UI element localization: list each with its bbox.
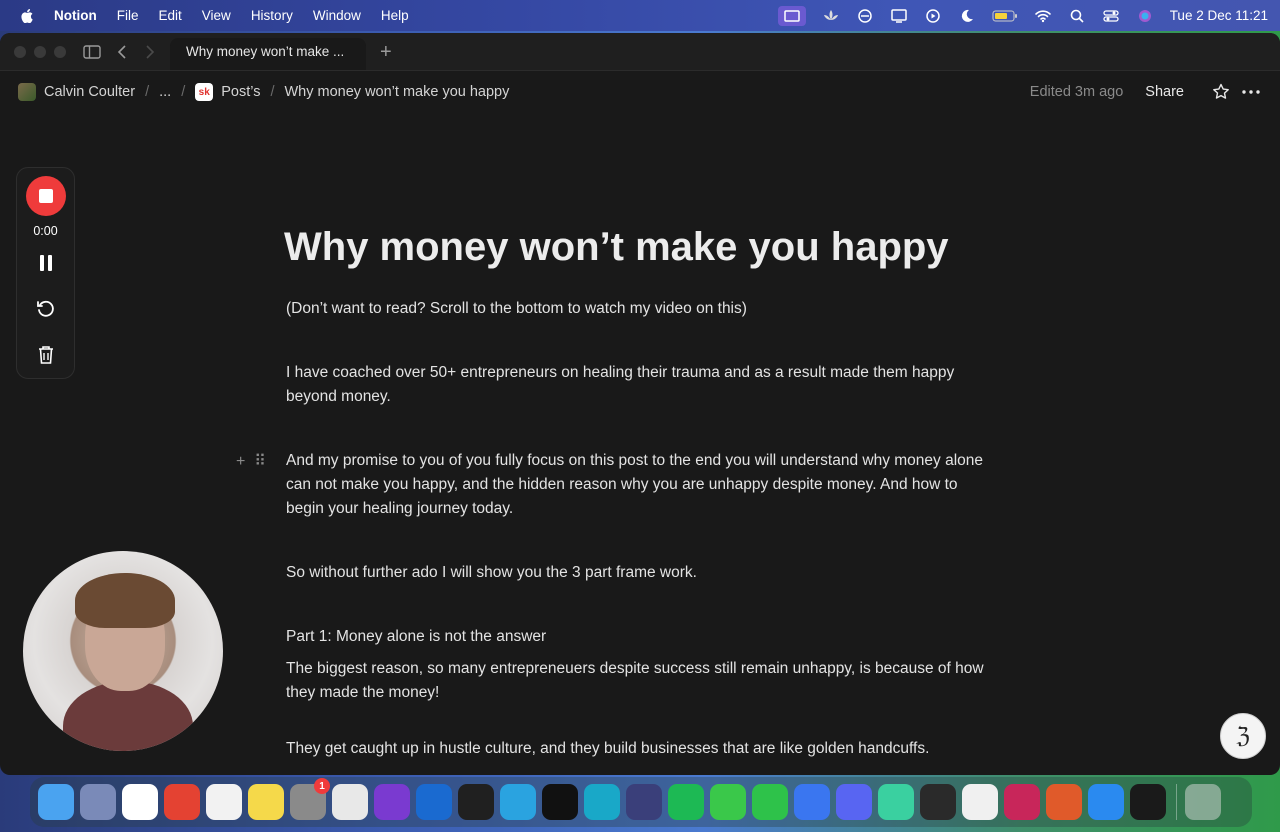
menu-help[interactable]: Help — [381, 8, 409, 23]
moon-icon[interactable] — [958, 9, 976, 23]
trash-icon[interactable] — [35, 344, 57, 366]
dock-setapp-icon[interactable] — [416, 784, 452, 820]
page-block[interactable]: They get caught up in hustle culture, an… — [286, 737, 996, 761]
breadcrumb-current[interactable]: Why money won’t make you happy — [285, 84, 510, 100]
notification-badge: 1 — [314, 778, 330, 794]
topbar-actions: Edited 3m ago Share — [1030, 75, 1262, 109]
dock-todoist-icon[interactable] — [164, 784, 200, 820]
dock-discord-icon[interactable] — [836, 784, 872, 820]
dock-chrome-icon[interactable] — [332, 784, 368, 820]
recording-timer: 0:00 — [33, 224, 58, 238]
dock-whatsapp-icon[interactable] — [752, 784, 788, 820]
webcam-person-hair — [75, 573, 175, 628]
drag-handle-icon[interactable]: ⠿ — [254, 453, 266, 470]
page-block[interactable]: And my promise to you of you fully focus… — [286, 449, 996, 521]
stop-recording-button[interactable] — [26, 176, 66, 216]
menu-history[interactable]: History — [251, 8, 293, 23]
breadcrumb-separator: / — [270, 84, 275, 100]
dock-trash-icon[interactable] — [1185, 784, 1221, 820]
page-title[interactable]: Why money won’t make you happy — [284, 225, 949, 270]
dock-app-store-icon[interactable] — [1088, 784, 1124, 820]
page-block[interactable]: So without further ado I will show you t… — [286, 561, 996, 585]
breadcrumb-ellipsis[interactable]: ... — [159, 84, 171, 100]
battery-icon[interactable] — [992, 9, 1018, 23]
parent-page-icon: sk — [195, 83, 214, 101]
control-center-icon[interactable] — [1102, 9, 1120, 23]
page-block[interactable]: I have coached over 50+ entrepreneurs on… — [286, 361, 996, 409]
spotlight-search-icon[interactable] — [1068, 9, 1086, 23]
dock-capcut-icon[interactable] — [542, 784, 578, 820]
webcam-person-body — [63, 681, 193, 751]
dock-system-settings-icon[interactable]: 1 — [290, 778, 330, 820]
dock-github-app-icon[interactable] — [920, 784, 956, 820]
screen-recorder-widget: 0:00 — [16, 167, 75, 379]
dock-photos-icon[interactable] — [962, 784, 998, 820]
close-window-button[interactable] — [14, 46, 26, 58]
dock-launchpad-icon[interactable] — [80, 784, 116, 820]
block-drag-handle[interactable]: + ⠿ — [236, 451, 266, 471]
forward-arrow-icon[interactable] — [140, 42, 160, 62]
back-arrow-icon[interactable] — [112, 42, 132, 62]
breadcrumb-separator: / — [145, 84, 150, 100]
dock-divider — [1176, 784, 1177, 820]
workspace-avatar[interactable] — [18, 83, 36, 101]
breadcrumb-separator: / — [181, 84, 186, 100]
dock-red-app-icon[interactable] — [1004, 784, 1040, 820]
dock-audio-app-icon[interactable] — [458, 784, 494, 820]
sidebar-toggle-icon[interactable] — [82, 42, 102, 62]
edited-status[interactable]: Edited 3m ago — [1030, 84, 1124, 100]
display-icon[interactable] — [890, 8, 908, 23]
more-options-icon[interactable] — [1240, 90, 1262, 94]
macos-menu-bar: Notion File Edit View History Window Hel… — [0, 0, 1280, 31]
lotus-app-icon[interactable] — [822, 9, 840, 23]
add-block-plus-icon[interactable]: + — [236, 453, 245, 470]
menu-edit[interactable]: Edit — [159, 8, 182, 23]
dock-pencil-app-icon[interactable] — [1046, 784, 1082, 820]
share-button[interactable]: Share — [1145, 84, 1184, 100]
zoom-window-button[interactable] — [54, 46, 66, 58]
play-circle-icon[interactable] — [924, 8, 942, 23]
dock-arc-icon[interactable] — [374, 784, 410, 820]
pause-icon[interactable] — [35, 252, 57, 274]
tab-current-page[interactable]: Why money won’t make ... — [170, 38, 366, 70]
dock-reminders-icon[interactable] — [206, 784, 242, 820]
screen-recording-icon[interactable] — [777, 5, 806, 26]
menu-view[interactable]: View — [202, 8, 231, 23]
minimize-window-button[interactable] — [34, 46, 46, 58]
page-block-heading[interactable]: Part 1: Money alone is not the answer — [286, 625, 996, 649]
dock-signal-icon[interactable] — [794, 784, 830, 820]
favorite-star-icon[interactable] — [1210, 83, 1232, 101]
dock-flow-app-icon[interactable] — [1130, 784, 1166, 820]
apple-logo-icon[interactable] — [20, 8, 34, 23]
dock-notion-icon[interactable] — [122, 784, 158, 820]
dock-telegram-icon[interactable] — [500, 784, 536, 820]
menu-app-name[interactable]: Notion — [54, 8, 97, 23]
focus-circle-icon[interactable] — [856, 8, 874, 23]
macos-dock: 1 — [30, 777, 1252, 827]
page-block[interactable]: (Don’t want to read? Scroll to the botto… — [286, 297, 996, 321]
page-topbar: Calvin Coulter / ... / sk Post’s / Why m… — [0, 75, 1280, 109]
dock-proton-vpn-icon[interactable] — [626, 784, 662, 820]
restart-icon[interactable] — [35, 298, 57, 320]
menu-window[interactable]: Window — [313, 8, 361, 23]
stop-icon — [39, 189, 53, 203]
window-titlebar: Why money won’t make ... + — [0, 33, 1280, 71]
dock-sheet-app-icon[interactable] — [878, 784, 914, 820]
notion-help-icon[interactable]: ℨ — [1220, 713, 1266, 759]
wifi-icon[interactable] — [1034, 9, 1052, 23]
dock-canva-icon[interactable] — [584, 784, 620, 820]
page-block[interactable]: The biggest reason, so many entrepreneue… — [286, 657, 996, 705]
menu-clock[interactable]: Tue 2 Dec 11:21 — [1170, 8, 1268, 23]
new-tab-plus-icon[interactable]: + — [380, 41, 392, 64]
dock-messages-icon[interactable] — [710, 784, 746, 820]
dock-spotify-icon[interactable] — [668, 784, 704, 820]
dock-finder-icon[interactable] — [38, 784, 74, 820]
breadcrumb: Calvin Coulter / ... / sk Post’s / Why m… — [18, 75, 509, 109]
breadcrumb-parent[interactable]: Post’s — [221, 84, 260, 100]
dock-notes-icon[interactable] — [248, 784, 284, 820]
menu-file[interactable]: File — [117, 8, 139, 23]
breadcrumb-workspace[interactable]: Calvin Coulter — [44, 84, 135, 100]
webcam-bubble[interactable] — [23, 551, 223, 751]
siri-icon[interactable] — [1136, 9, 1154, 23]
